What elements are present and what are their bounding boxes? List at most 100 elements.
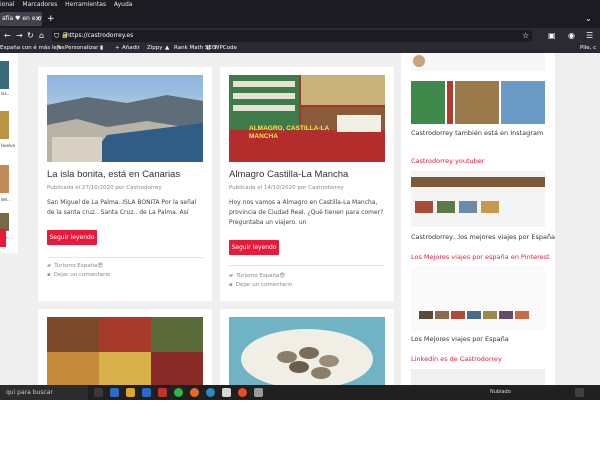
explorer-icon[interactable] xyxy=(126,388,135,397)
pinterest-embed[interactable] xyxy=(411,267,545,331)
post-card xyxy=(220,309,394,385)
read-more-button[interactable]: Seguir leyendo xyxy=(229,240,279,255)
home-icon[interactable]: ⌂ xyxy=(39,28,44,44)
firefox-icon[interactable] xyxy=(190,388,199,397)
extensions-icon[interactable]: ☰ xyxy=(586,28,593,44)
app-icon[interactable] xyxy=(158,388,167,397)
read-more-button[interactable]: Seguir leyendo xyxy=(47,230,97,245)
menu-item-help[interactable]: Ayuda xyxy=(114,1,133,8)
shield-icon[interactable]: ⛉ xyxy=(54,30,59,42)
store-icon[interactable] xyxy=(142,388,151,397)
post-card: ALMAGRO, CASTILLA-LA MANCHA Almagro Cast… xyxy=(220,67,394,301)
youtube-embed[interactable] xyxy=(411,171,545,227)
instagram-photo[interactable] xyxy=(447,81,453,124)
instagram-link-text[interactable]: Castrodorrey también está en Instagram xyxy=(411,129,543,137)
new-tab-icon[interactable]: + xyxy=(47,12,55,26)
pinterest-link-text[interactable]: Los Mejores viajes por España xyxy=(411,335,509,343)
forward-icon[interactable]: → xyxy=(16,28,23,44)
instagram-header[interactable] xyxy=(411,53,545,71)
menu-item-bookmarks[interactable]: Marcadores xyxy=(22,1,57,8)
bookmark-item[interactable]: Personalizar xyxy=(65,44,98,53)
post-meta: Publicada el 27/10/2020 por Castrodorrey xyxy=(47,185,162,191)
linkedin-embed[interactable] xyxy=(411,369,545,385)
instagram-photo[interactable] xyxy=(455,81,499,124)
screen: ional Marcadores Herramientas Ayuda afía… xyxy=(0,0,600,400)
post-card xyxy=(38,309,212,385)
widget-label[interactable]: Huelva xyxy=(1,143,15,148)
clams-image xyxy=(241,329,373,385)
post-excerpt-line: Preguntaba un viajero. un xyxy=(229,219,307,226)
pin-thumb xyxy=(515,311,529,319)
pinterest-heading: Los Mejores viajes por españa en Pintere… xyxy=(411,253,550,261)
pin-thumb xyxy=(499,311,513,319)
back-icon[interactable]: ← xyxy=(4,28,11,44)
pin-thumb xyxy=(467,311,481,319)
youtube-banner xyxy=(411,177,545,187)
mail-icon[interactable] xyxy=(110,388,119,397)
post-category[interactable]: ▰ Turismo España😎 xyxy=(47,263,103,269)
widget-thumb[interactable] xyxy=(0,111,9,139)
instagram-photo[interactable] xyxy=(411,81,445,124)
coastline-image xyxy=(47,95,203,162)
comment-icon: ▪ xyxy=(47,272,51,278)
comment-icon: ▮ xyxy=(100,45,104,51)
post-title[interactable]: La isla bonita, está en Canarias xyxy=(47,169,180,180)
reload-icon[interactable]: ↻ xyxy=(27,28,34,44)
comment-link[interactable]: Dejar un comentario xyxy=(54,272,111,278)
post-image[interactable]: ALMAGRO, CASTILLA-LA MANCHA xyxy=(229,75,385,162)
category-link[interactable]: Turismo España😎 xyxy=(236,273,285,279)
notification-icon[interactable] xyxy=(575,388,584,397)
url-text: https://castrodorrey.es xyxy=(66,32,134,39)
post-image[interactable] xyxy=(47,75,203,162)
image-overlay-text: ALMAGRO, CASTILLA-LA MANCHA xyxy=(249,125,329,140)
menu-item-tools[interactable]: Herramientas xyxy=(65,1,106,8)
almagro-collage-image xyxy=(229,75,385,162)
bookmark-item[interactable]: WPCode xyxy=(214,44,237,53)
widget-thumb[interactable] xyxy=(0,165,9,193)
bookmark-star-icon[interactable]: ☆ xyxy=(522,30,529,42)
pin-thumb xyxy=(419,311,433,319)
web-page: las... Huelva del... ver... La isla boni… xyxy=(0,53,600,385)
widget-label[interactable]: del... xyxy=(1,197,11,202)
category-link[interactable]: Turismo España😎 xyxy=(54,263,103,269)
blank-area xyxy=(0,400,600,450)
account-icon[interactable]: ◉ xyxy=(568,28,575,44)
post-comment[interactable]: ▪ Dejar un comentario xyxy=(47,272,110,278)
post-card: La isla bonita, está en Canarias Publica… xyxy=(38,67,212,301)
post-title[interactable]: Almagro Castilla-La Mancha xyxy=(229,169,348,180)
post-image[interactable] xyxy=(47,317,203,385)
menu-bar: ional Marcadores Herramientas Ayuda xyxy=(0,0,600,10)
close-icon[interactable]: ✕ xyxy=(35,12,41,26)
menu-item-0[interactable]: ional xyxy=(0,1,14,8)
youtube-link-text[interactable]: Castrodorrey...los mejores viajes por Es… xyxy=(411,233,555,241)
comment-icon: ▪ xyxy=(229,282,233,288)
whatsapp-icon[interactable] xyxy=(174,388,183,397)
chrome-icon[interactable] xyxy=(238,388,247,397)
bookmark-item[interactable]: Pile, c xyxy=(580,44,596,53)
edge-icon[interactable] xyxy=(206,388,215,397)
chevron-down-icon[interactable]: ⌄ xyxy=(585,12,592,26)
post-category[interactable]: ▰ Turismo España😎 xyxy=(229,273,285,279)
post-comment[interactable]: ▪ Dejar un comentario xyxy=(229,282,292,288)
instagram-photo[interactable] xyxy=(501,81,545,124)
app-icon[interactable] xyxy=(222,388,231,397)
widget-label[interactable]: las... xyxy=(1,91,10,96)
post-excerpt-line: Hoy nos vamos a Almagro en Castilla-La M… xyxy=(229,199,378,206)
folder-icon: ▰ xyxy=(47,263,52,269)
pin-thumb xyxy=(483,311,497,319)
bookmark-item[interactable]: España con é más lejos xyxy=(0,44,65,53)
post-excerpt-line: provincia de Ciudad Real. ¿Qué tienen pa… xyxy=(229,209,384,216)
comment-link[interactable]: Dejar un comentario xyxy=(236,282,293,288)
taskbar-search[interactable]: qui para buscar xyxy=(0,385,88,400)
widget-thumb[interactable] xyxy=(0,61,9,89)
task-view-icon[interactable] xyxy=(94,388,103,397)
app-icon[interactable] xyxy=(254,388,263,397)
post-image[interactable] xyxy=(229,317,385,385)
post-meta: Publicada el 14/10/2020 por Castrodorrey xyxy=(229,185,344,191)
plus-icon: + xyxy=(115,45,120,51)
wordpress-icon: ◍ xyxy=(206,45,211,51)
weather-text[interactable]: Nublado xyxy=(490,385,511,400)
bookmark-item[interactable]: Zippy xyxy=(147,44,163,53)
bookmark-item[interactable]: Añadir xyxy=(122,44,140,53)
pocket-icon[interactable]: ▣ xyxy=(548,28,556,44)
